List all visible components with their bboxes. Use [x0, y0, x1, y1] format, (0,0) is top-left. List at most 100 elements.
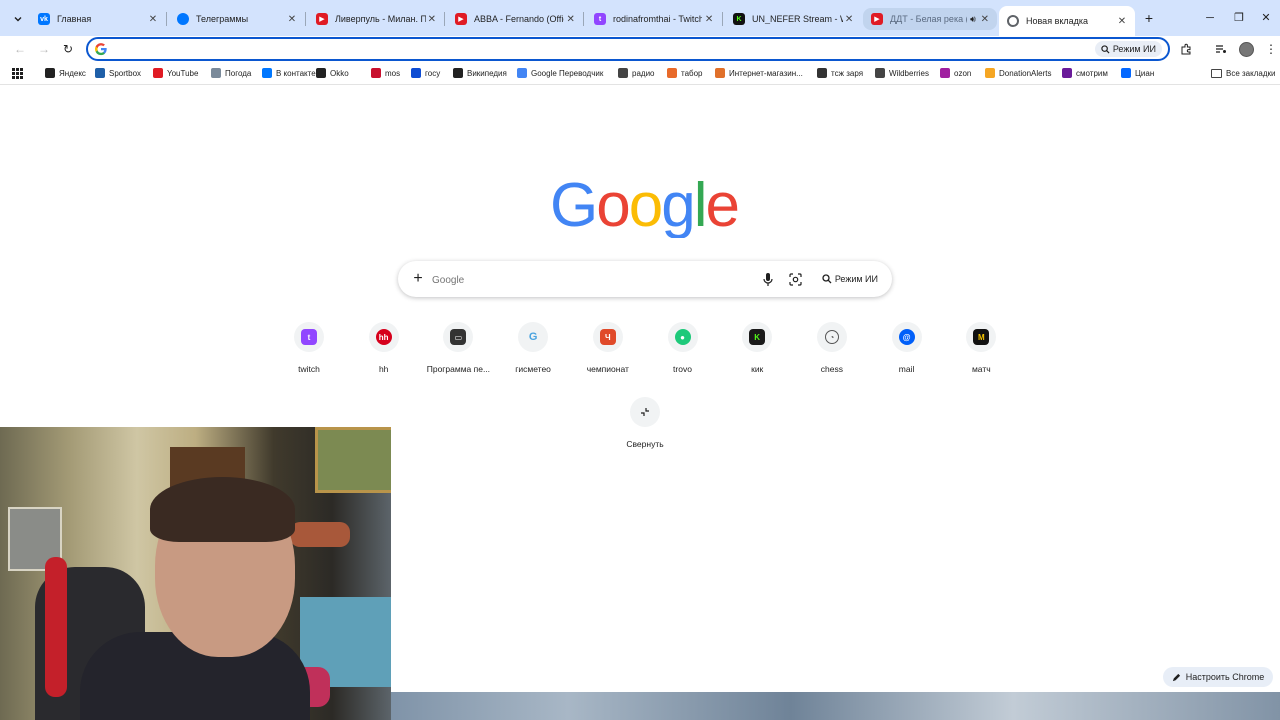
tab-ddt-white-river[interactable]: ▶ ДДТ - Белая река (Of 🔊︎ ✕: [863, 8, 997, 30]
close-icon[interactable]: ✕: [843, 14, 855, 25]
shortcut-icon-circle: Ч: [592, 322, 623, 352]
close-icon[interactable]: ✕: [1115, 16, 1129, 27]
ai-mode-label: Режим ИИ: [834, 274, 878, 284]
tab-liverpool-milan[interactable]: ▶ Ливерпуль - Милан. Пол ✕: [308, 8, 445, 30]
bookmarks-bar: Яндекс Sportbox YouTube Погода В контакте Okk…: [0, 62, 1280, 85]
bookmark-label: Google Переводчик: [531, 68, 604, 78]
youtube-icon: ▶: [871, 13, 883, 25]
shortcut-tile[interactable]: Kкик: [720, 322, 794, 378]
minimize-button[interactable]: ─: [1198, 9, 1222, 27]
shortcut-icon-circle: K: [742, 322, 773, 352]
bookmark-item[interactable]: В контакте: [262, 66, 316, 80]
bookmark-item[interactable]: ozon: [940, 66, 971, 80]
close-icon[interactable]: ✕: [564, 14, 577, 25]
tab-vk-main[interactable]: vk Главная ✕: [30, 8, 167, 30]
shortcut-label: trovo: [673, 364, 692, 374]
bookmark-label: радио: [632, 68, 655, 78]
bookmark-item[interactable]: Циан: [1121, 66, 1154, 80]
bookmark-item[interactable]: Погода: [211, 66, 251, 80]
tab-telegrams[interactable]: Телеграммы ✕: [169, 8, 306, 30]
shortcut-tile[interactable]: ◔ chess: [795, 322, 869, 378]
add-file-button[interactable]: +: [408, 269, 428, 289]
chess-icon: ◔: [824, 330, 839, 344]
customize-label: Настроить Chrome: [1185, 672, 1265, 682]
audio-playing-icon[interactable]: 🔊︎: [970, 14, 976, 25]
bookmark-label: Wildberries: [889, 68, 930, 78]
apps-grid-icon[interactable]: [12, 66, 23, 80]
shortcut-tile[interactable]: Gгисметео: [496, 322, 570, 378]
restore-button[interactable]: ❐: [1227, 9, 1251, 27]
bookmark-label: Яндекс: [59, 68, 86, 78]
bookmark-item[interactable]: Google Переводчик: [517, 66, 603, 80]
shortcut-tile[interactable]: ● trovo: [646, 322, 720, 378]
extensions-icon[interactable]: [1177, 40, 1195, 58]
tab-twitch[interactable]: t rodinafromthai - Twitch ✕: [586, 8, 723, 30]
address-bar[interactable]: Режим ИИ: [86, 37, 1170, 61]
tab-title: Главная: [57, 14, 92, 24]
bookmark-item[interactable]: табор: [667, 66, 703, 80]
sportbox-icon: [95, 68, 105, 78]
bookmark-label: Погода: [225, 68, 252, 78]
voice-search-icon[interactable]: [760, 271, 776, 287]
kick-icon: K: [733, 13, 745, 25]
bookmark-item[interactable]: YouTube: [153, 66, 198, 80]
tab-new-tab[interactable]: Новая вкладка ✕: [999, 6, 1135, 36]
tab-kick-stream[interactable]: K UN_NEFER Stream - Watc ✕: [725, 8, 861, 30]
shortcut-label: chess: [820, 364, 843, 374]
search-input[interactable]: [430, 271, 734, 289]
google-lens-icon[interactable]: [787, 271, 803, 287]
bookmark-item[interactable]: Интернет-магазин...: [715, 66, 803, 80]
shortcut-tile[interactable]: ▭ Программа пе...: [421, 322, 495, 378]
shortcut-tile[interactable]: Ччемпионат: [571, 322, 645, 378]
ai-mode-button[interactable]: Режим ИИ: [1094, 41, 1162, 57]
bookmark-item[interactable]: DonationAlerts: [985, 66, 1051, 80]
forward-button[interactable]: →: [35, 40, 53, 58]
bookmark-item[interactable]: mos: [371, 66, 400, 80]
donationalerts-icon: [985, 68, 995, 78]
bookmark-label: смотрим: [1076, 68, 1108, 78]
close-icon[interactable]: ✕: [285, 14, 299, 25]
bookmark-label: госу: [425, 68, 441, 78]
cian-icon: [1121, 68, 1131, 78]
translate-icon: [517, 68, 527, 78]
new-tab-button[interactable]: +: [1141, 10, 1157, 26]
media-controls-icon[interactable]: [1212, 40, 1230, 58]
bookmark-item[interactable]: Wildberries: [875, 66, 929, 80]
bookmark-item[interactable]: Okko: [316, 66, 349, 80]
bookmark-item[interactable]: радио: [618, 66, 654, 80]
collapse-shortcuts-button[interactable]: Свернуть: [608, 397, 682, 453]
close-icon[interactable]: ✕: [426, 14, 438, 25]
all-bookmarks-folder[interactable]: Все закладки: [1211, 66, 1275, 80]
menu-icon[interactable]: ⋮: [1262, 40, 1280, 58]
bookmark-item[interactable]: смотрим: [1062, 66, 1108, 80]
bookmark-item[interactable]: Яндекс: [45, 66, 86, 80]
tab-search-button[interactable]: [8, 9, 28, 29]
bookmark-label: Циан: [1135, 68, 1155, 78]
shortcut-tile[interactable]: t twitch: [272, 322, 346, 378]
tab-abba-fernando[interactable]: ▶ ABBA - Fernando (Officia ✕: [447, 8, 584, 30]
bookmark-item[interactable]: тсж заря: [817, 66, 863, 80]
shortcut-icon-circle: ▭: [443, 322, 474, 352]
close-icon[interactable]: ✕: [979, 14, 991, 25]
bookmark-item[interactable]: Википедия: [453, 66, 507, 80]
bookmark-label: ozon: [954, 68, 972, 78]
shortcut-tile[interactable]: @ mail: [870, 322, 944, 378]
address-input[interactable]: [114, 41, 1098, 59]
google-search-box[interactable]: + Режим ИИ: [398, 261, 892, 297]
reload-button[interactable]: ↻: [59, 40, 77, 58]
customize-chrome-button[interactable]: Настроить Chrome: [1163, 667, 1273, 687]
shortcut-icon-circle: hh: [368, 322, 399, 352]
bookmark-item[interactable]: Sportbox: [95, 66, 141, 80]
profile-avatar-icon[interactable]: [1237, 40, 1255, 58]
close-icon[interactable]: ✕: [702, 14, 716, 25]
bookmark-label: Okko: [330, 68, 349, 78]
close-window-button[interactable]: ✕: [1254, 9, 1278, 27]
shortcut-tile[interactable]: Mматч: [944, 322, 1018, 378]
bookmark-item[interactable]: госу: [411, 66, 440, 80]
back-button[interactable]: ←: [11, 40, 29, 58]
close-icon[interactable]: ✕: [146, 14, 160, 25]
search-ai-mode-button[interactable]: Режим ИИ: [816, 268, 884, 290]
shortcut-tile[interactable]: hh hh: [347, 322, 421, 378]
collapse-icon: [630, 397, 660, 427]
shortcut-icon-circle: G: [518, 322, 549, 352]
